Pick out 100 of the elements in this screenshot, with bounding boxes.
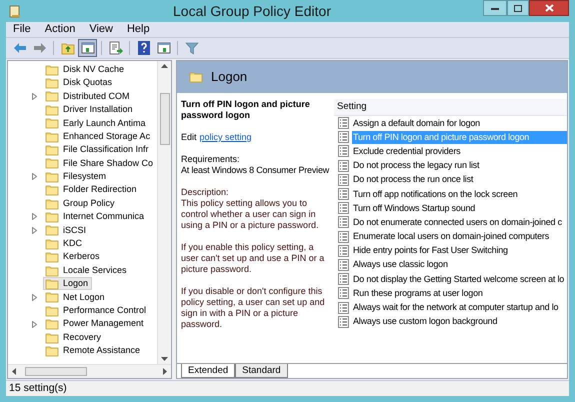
- menu-item[interactable]: View: [89, 21, 113, 38]
- folder-icon: [45, 130, 59, 143]
- folder-icon: [45, 144, 59, 156]
- setting-row[interactable]: Do not process the legacy run list: [352, 159, 567, 172]
- vertical-scrollbar[interactable]: [157, 61, 171, 364]
- setting-icon: [338, 302, 349, 314]
- tree-item[interactable]: Group Policy: [43, 197, 119, 210]
- description-label: Description:: [181, 187, 230, 198]
- tree-item[interactable]: Internet Communica: [43, 210, 148, 224]
- close-icon: [544, 4, 554, 12]
- minimize-icon: [491, 6, 499, 10]
- setting-icon: [338, 244, 349, 257]
- requirements-text: At least Windows 8 Consumer Preview: [181, 165, 330, 176]
- expand-arrow-icon[interactable]: [32, 294, 37, 301]
- folder-icon: [45, 224, 59, 236]
- view-tab[interactable]: Standard: [235, 364, 288, 378]
- view-tab[interactable]: Extended: [181, 364, 236, 378]
- setting-row[interactable]: Turn off app notifications on the lock screen: [352, 188, 567, 201]
- tree-item[interactable]: Locale Services: [43, 264, 131, 278]
- folder-icon: [45, 184, 59, 196]
- tree-item[interactable]: Distributed COM: [43, 90, 134, 103]
- folder-icon: [45, 90, 59, 102]
- tree-item[interactable]: Power Management: [43, 318, 148, 331]
- tree-item[interactable]: File Share Shadow Co: [43, 156, 157, 170]
- folder-icon: [45, 157, 59, 170]
- tree-item[interactable]: Filesystem: [43, 170, 110, 184]
- setting-row[interactable]: Turn off Windows Startup sound: [352, 202, 567, 215]
- description-text: If you disable or don't configure this policy setting, a user can set up and sign in with a PIN or a picture password.: [181, 286, 326, 330]
- forward-arrow-icon: [32, 40, 48, 56]
- tree-item[interactable]: Driver Installation: [43, 103, 137, 116]
- edit-label: Edit: [181, 132, 197, 143]
- setting-icon: [338, 230, 349, 243]
- menu-item[interactable]: Action: [44, 21, 76, 38]
- setting-row[interactable]: Assign a default domain for logon: [352, 116, 567, 130]
- folder-icon: [45, 64, 59, 76]
- minimize-button[interactable]: [483, 0, 507, 16]
- setting-icon: [338, 202, 349, 214]
- tree-item[interactable]: Kerberos: [43, 250, 104, 264]
- menu-item[interactable]: File: [13, 21, 31, 38]
- tree-item[interactable]: Disk Quotas: [43, 76, 116, 90]
- setting-icon: [338, 316, 349, 328]
- folder-icon: [45, 104, 59, 116]
- policy-setting-link[interactable]: policy setting: [200, 132, 252, 143]
- tree-item[interactable]: Performance Control: [43, 304, 150, 318]
- maximize-button[interactable]: [507, 0, 529, 16]
- setting-row[interactable]: Always wait for the network at computer startup and lo: [352, 301, 567, 314]
- tree-item[interactable]: KDC: [43, 237, 86, 250]
- setting-row[interactable]: Hide entry points for Fast User Switching: [352, 244, 567, 258]
- tree-item[interactable]: Remote Assistance: [43, 344, 144, 358]
- setting-row[interactable]: Enumerate local users on domain-joined computers: [352, 230, 567, 244]
- tree-item[interactable]: Folder Redirection: [43, 184, 141, 197]
- setting-row[interactable]: Do not process the run once list: [352, 173, 567, 186]
- folder-icon: [45, 198, 59, 210]
- setting-icon: [338, 287, 349, 300]
- setting-row[interactable]: Do not display the Getting Started welcome screen at lo: [352, 272, 567, 286]
- expand-arrow-icon[interactable]: [32, 92, 37, 100]
- menu-item[interactable]: Help: [126, 21, 150, 38]
- setting-row[interactable]: Always use custom logon background: [352, 315, 567, 328]
- setting-icon: [338, 273, 349, 286]
- folder-icon: [45, 332, 59, 344]
- status-bar: 15 setting(s): [6, 380, 569, 396]
- action-pane-icon: [156, 40, 172, 56]
- folder-icon: [45, 304, 59, 317]
- help-icon: [136, 40, 152, 56]
- export-list-icon: [108, 40, 124, 56]
- tree-item[interactable]: Early Launch Antima: [43, 116, 150, 130]
- tree-item[interactable]: iSCSI: [43, 224, 90, 237]
- console-tree-icon: [80, 40, 96, 56]
- setting-row[interactable]: Always use classic logon: [352, 258, 567, 272]
- expand-arrow-icon[interactable]: [32, 173, 37, 180]
- description-text: If you enable this policy setting, a user can't set up and use a PIN or a picture password.: [181, 242, 326, 275]
- setting-icon: [338, 216, 349, 228]
- policy-title: Turn off PIN logon and picture password logon: [181, 99, 311, 121]
- setting-icon: [338, 131, 349, 144]
- panel-title: Logon: [211, 68, 248, 86]
- setting-row[interactable]: Exclude credential providers: [352, 144, 567, 158]
- folder-icon: [45, 278, 59, 290]
- app-icon: [9, 4, 21, 18]
- window-title: Local Group Policy Editor: [172, 2, 332, 21]
- scrollbar-thumb[interactable]: [25, 367, 87, 376]
- scrollbar-thumb[interactable]: [160, 93, 170, 145]
- folder-icon: [45, 238, 59, 250]
- tree-item[interactable]: Enhanced Storage Ac: [43, 130, 154, 144]
- setting-row[interactable]: Do not enumerate connected users on domain-joined c: [352, 216, 567, 229]
- tree-item[interactable]: File Classification Infr: [43, 144, 153, 157]
- setting-icon: [338, 174, 349, 186]
- folder-icon: [45, 170, 59, 183]
- folder-icon: [45, 117, 59, 130]
- close-button[interactable]: [529, 0, 569, 16]
- scroll-right-icon: [162, 368, 168, 375]
- tree-item[interactable]: Logon: [43, 277, 92, 290]
- tree-item[interactable]: Recovery: [43, 331, 106, 344]
- console-tree-button[interactable]: [78, 39, 97, 57]
- column-header[interactable]: Setting: [334, 99, 567, 116]
- expand-arrow-icon[interactable]: [32, 320, 37, 328]
- setting-row[interactable]: Run these programs at user logon: [352, 286, 567, 300]
- tree-item[interactable]: Disk NV Cache: [43, 63, 128, 76]
- tree-item[interactable]: Net Logon: [43, 290, 109, 304]
- folder-icon: [189, 71, 203, 83]
- horizontal-scrollbar[interactable]: [8, 364, 171, 378]
